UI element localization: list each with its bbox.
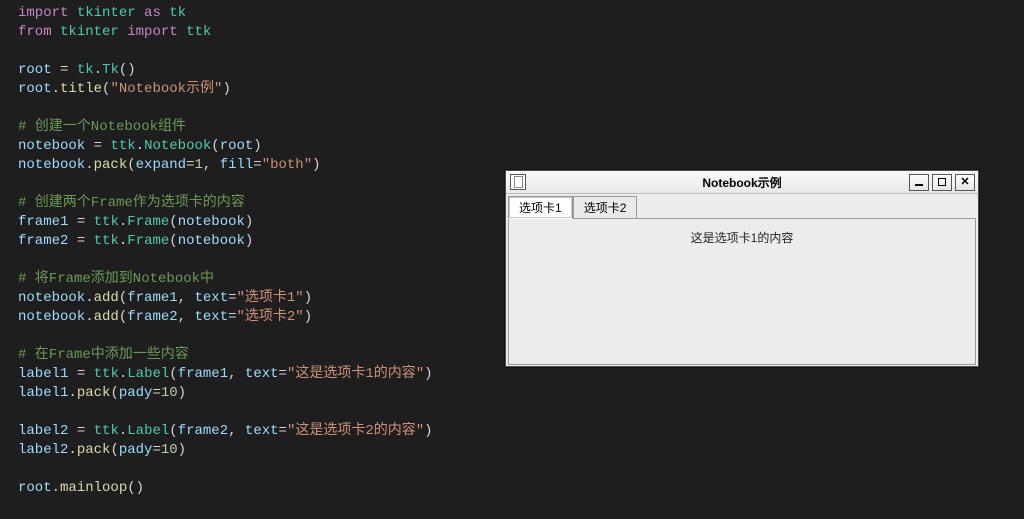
comment: # 将Frame添加到Notebook中 (18, 271, 214, 287)
module-tkinter: tkinter (60, 24, 119, 40)
keyword-as: as (144, 5, 161, 21)
string-literal: "选项卡2" (237, 309, 304, 325)
var-frame2: frame2 (18, 233, 68, 249)
string-literal: "这是选项卡1的内容" (287, 366, 424, 382)
kwarg-pady: pady (119, 442, 153, 458)
method-pack: pack (94, 157, 128, 173)
window-controls (909, 174, 978, 191)
arg-notebook: notebook (178, 214, 245, 230)
number-literal: 10 (161, 385, 178, 401)
arg-frame1: frame1 (127, 290, 177, 306)
var-notebook: notebook (18, 157, 85, 173)
tab-content: 这是选项卡1的内容 (508, 218, 976, 365)
keyword-from: from (18, 24, 52, 40)
var-label1: label1 (18, 385, 68, 401)
method-pack: pack (77, 442, 111, 458)
app-icon (510, 174, 526, 190)
class-label: Label (127, 423, 169, 439)
number-literal: 10 (161, 442, 178, 458)
keyword-import: import (18, 5, 68, 21)
var-notebook: notebook (18, 309, 85, 325)
method-title: title (60, 81, 102, 97)
ref-ttk: ttk (94, 423, 119, 439)
comment: # 在Frame中添加一些内容 (18, 347, 189, 363)
kwarg-text: text (245, 423, 279, 439)
kwarg-text: text (194, 309, 228, 325)
maximize-button[interactable] (932, 174, 952, 191)
var-label2: label2 (18, 423, 68, 439)
method-pack: pack (77, 385, 111, 401)
var-label2: label2 (18, 442, 68, 458)
window-client: 选项卡1 选项卡2 这是选项卡1的内容 (506, 194, 978, 367)
kwarg-pady: pady (119, 385, 153, 401)
class-label: Label (127, 366, 169, 382)
string-literal: "这是选项卡2的内容" (287, 423, 424, 439)
module-tkinter: tkinter (77, 5, 136, 21)
arg-frame2: frame2 (127, 309, 177, 325)
comment: # 创建一个Notebook组件 (18, 119, 186, 135)
class-tk: Tk (102, 62, 119, 78)
window-title: Notebook示例 (506, 174, 978, 191)
ref-ttk: ttk (94, 233, 119, 249)
keyword-import: import (127, 24, 177, 40)
method-add: add (94, 309, 119, 325)
kwarg-text: text (194, 290, 228, 306)
tab-2[interactable]: 选项卡2 (573, 196, 638, 219)
string-literal: "Notebook示例" (110, 81, 222, 97)
ref-ttk: ttk (94, 366, 119, 382)
kwarg-expand: expand (136, 157, 186, 173)
arg-frame1: frame1 (178, 366, 228, 382)
comment: # 创建两个Frame作为选项卡的内容 (18, 195, 245, 211)
tk-window[interactable]: Notebook示例 选项卡1 选项卡2 这是选项卡1的内容 (505, 170, 979, 367)
var-root: root (18, 81, 52, 97)
module-ttk: ttk (186, 24, 211, 40)
kwarg-text: text (245, 366, 279, 382)
method-mainloop: mainloop (60, 480, 127, 496)
close-button[interactable] (955, 174, 975, 191)
arg-root: root (220, 138, 254, 154)
kwarg-fill: fill (220, 157, 254, 173)
minimize-button[interactable] (909, 174, 929, 191)
string-literal: "选项卡1" (237, 290, 304, 306)
notebook-tabs: 选项卡1 选项卡2 (506, 194, 978, 219)
var-root: root (18, 62, 52, 78)
arg-notebook: notebook (178, 233, 245, 249)
arg-frame2: frame2 (178, 423, 228, 439)
class-frame: Frame (127, 214, 169, 230)
method-add: add (94, 290, 119, 306)
ref-ttk: ttk (94, 214, 119, 230)
content-label: 这是选项卡1的内容 (691, 229, 794, 364)
var-notebook: notebook (18, 138, 85, 154)
tab-1[interactable]: 选项卡1 (508, 196, 573, 219)
ref-ttk: ttk (110, 138, 135, 154)
var-root: root (18, 480, 52, 496)
string-literal: "both" (262, 157, 312, 173)
var-frame1: frame1 (18, 214, 68, 230)
window-titlebar[interactable]: Notebook示例 (506, 171, 978, 194)
class-notebook: Notebook (144, 138, 211, 154)
ref-tk: tk (77, 62, 94, 78)
var-label1: label1 (18, 366, 68, 382)
number-literal: 1 (194, 157, 202, 173)
var-notebook: notebook (18, 290, 85, 306)
alias-tk: tk (169, 5, 186, 21)
class-frame: Frame (127, 233, 169, 249)
